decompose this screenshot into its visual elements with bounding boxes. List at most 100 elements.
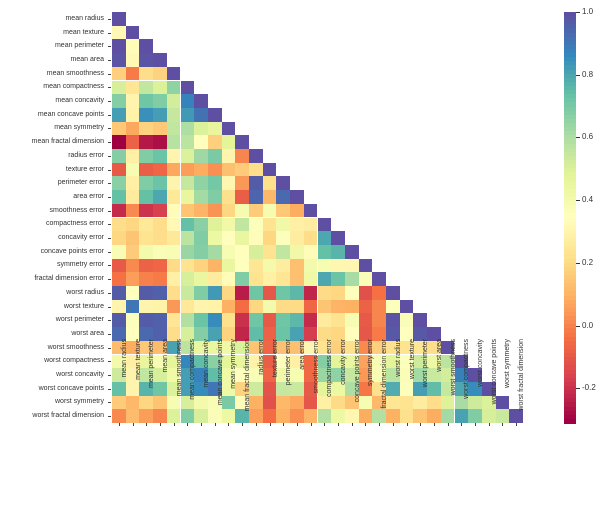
heatmap-cell <box>263 245 277 259</box>
colorbar-tick-label: -0.2 <box>582 383 596 392</box>
colorbar-tick-label: 1.0 <box>582 7 593 16</box>
heatmap-cell <box>139 218 153 232</box>
heatmap-cell <box>249 218 263 232</box>
heatmap-cell <box>139 190 153 204</box>
heatmap-cell <box>112 135 126 149</box>
x-tick-label: worst perimeter <box>422 339 429 429</box>
x-tick-label: perimeter error <box>285 339 292 429</box>
heatmap-cell <box>249 163 263 177</box>
heatmap-cell <box>222 300 236 314</box>
heatmap-cell <box>235 272 249 286</box>
heatmap-cell <box>290 286 304 300</box>
heatmap-cell <box>181 204 195 218</box>
heatmap-cell <box>112 39 126 53</box>
y-tick-label: mean concavity <box>0 97 104 104</box>
heatmap-cell <box>181 286 195 300</box>
heatmap-cell <box>249 190 263 204</box>
heatmap-cell <box>359 259 373 273</box>
heatmap-cell <box>139 204 153 218</box>
heatmap-cell <box>208 204 222 218</box>
colorbar-tick-label: 0.2 <box>582 258 593 267</box>
x-tick-label: mean compactness <box>189 339 196 429</box>
heatmap-cell <box>181 122 195 136</box>
heatmap-cell <box>345 313 359 327</box>
y-tick-label: mean radius <box>0 15 104 22</box>
heatmap-cell <box>222 190 236 204</box>
heatmap-cell <box>222 135 236 149</box>
heatmap-cell <box>153 163 167 177</box>
y-tick-label: symmetry error <box>0 261 104 268</box>
heatmap-cell <box>126 26 140 40</box>
heatmap-cell <box>194 122 208 136</box>
heatmap-cell <box>235 231 249 245</box>
heatmap-cell <box>153 149 167 163</box>
x-tick-label: mean concave points <box>217 339 224 429</box>
heatmap-cell <box>249 313 263 327</box>
heatmap-cell <box>235 245 249 259</box>
heatmap-cell <box>249 300 263 314</box>
heatmap-cell <box>167 245 181 259</box>
heatmap-cell <box>290 204 304 218</box>
y-tick-label: mean compactness <box>0 83 104 90</box>
heatmap-cell <box>112 163 126 177</box>
heatmap-cell <box>112 176 126 190</box>
heatmap-cell <box>194 300 208 314</box>
heatmap-cell <box>359 272 373 286</box>
y-tick-label: compactness error <box>0 220 104 227</box>
heatmap-cell <box>208 149 222 163</box>
heatmap-cell <box>153 218 167 232</box>
heatmap-cell <box>112 259 126 273</box>
heatmap-cell <box>208 286 222 300</box>
heatmap-cell <box>413 313 427 327</box>
heatmap-cell <box>126 39 140 53</box>
heatmap-cell <box>249 272 263 286</box>
heatmap-cell <box>276 272 290 286</box>
y-tick-label: worst compactness <box>0 357 104 364</box>
heatmap-cell <box>345 259 359 273</box>
heatmap-cell <box>276 190 290 204</box>
heatmap-cell <box>139 176 153 190</box>
heatmap-cell <box>112 204 126 218</box>
heatmap-cell <box>208 259 222 273</box>
heatmap-cell <box>167 163 181 177</box>
heatmap-cell <box>386 313 400 327</box>
heatmap-cell <box>139 67 153 81</box>
heatmap-cell <box>126 286 140 300</box>
heatmap-cell <box>126 190 140 204</box>
heatmap-cell <box>249 231 263 245</box>
heatmap-cell <box>139 81 153 95</box>
heatmap-cell <box>400 300 414 314</box>
heatmap-cell <box>167 149 181 163</box>
heatmap-cell <box>235 313 249 327</box>
x-tick-label: symmetry error <box>367 339 374 429</box>
heatmap-cell <box>276 300 290 314</box>
heatmap-cell <box>112 53 126 67</box>
heatmap-cell <box>153 245 167 259</box>
heatmap-cell <box>276 245 290 259</box>
heatmap-cell <box>126 94 140 108</box>
heatmap-cell <box>194 259 208 273</box>
heatmap-cell <box>126 108 140 122</box>
heatmap-cell <box>153 135 167 149</box>
heatmap-cell <box>331 272 345 286</box>
heatmap-cell <box>181 272 195 286</box>
y-tick-label: worst fractal dimension <box>0 412 104 419</box>
x-tick-label: worst compactness <box>463 339 470 429</box>
y-tick-label: perimeter error <box>0 179 104 186</box>
y-tick-label: worst concave points <box>0 385 104 392</box>
heatmap-cell <box>112 300 126 314</box>
heatmap-cell <box>222 245 236 259</box>
colorbar-tick-label: 0.4 <box>582 195 593 204</box>
x-tick-label: mean texture <box>135 339 142 429</box>
y-tick-label: texture error <box>0 166 104 173</box>
heatmap-cell <box>194 108 208 122</box>
heatmap-cell <box>345 272 359 286</box>
heatmap-cell <box>126 81 140 95</box>
heatmap-cell <box>167 286 181 300</box>
x-tick-label: concavity error <box>340 339 347 429</box>
heatmap-cell <box>153 313 167 327</box>
heatmap-cell <box>276 218 290 232</box>
heatmap-cell <box>112 313 126 327</box>
heatmap-cell <box>153 81 167 95</box>
heatmap-cell <box>263 176 277 190</box>
